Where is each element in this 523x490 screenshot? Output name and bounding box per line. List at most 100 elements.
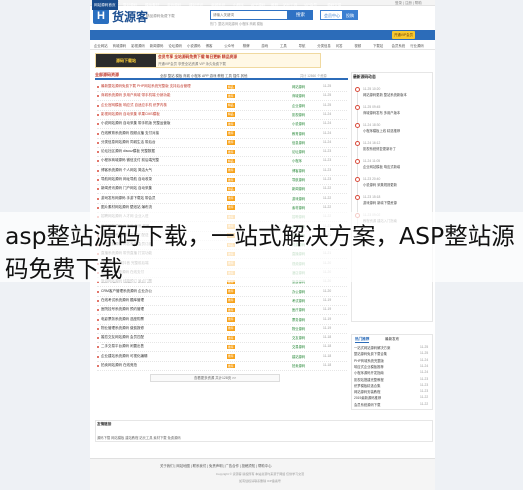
list-item-category[interactable]: 影视源码 (292, 112, 305, 117)
pagination[interactable]: 查看更多资源 共计128页 >> (150, 374, 280, 382)
list-item-category[interactable]: 办公源码 (292, 289, 305, 294)
list-item[interactable]: 小说网站源码 自动采集 带手机版 完整运营版 推荐 小说源码 11-24 (97, 120, 347, 130)
list-item-category[interactable]: 商城源码 (292, 93, 305, 98)
nav-item-app[interactable]: APP源码 (251, 0, 265, 10)
list-item-title[interactable]: 影视网站源码 自动采集 苹果CMS模板 (101, 112, 160, 117)
sidebar-list-text[interactable]: 2019最新源码推荐 (354, 396, 381, 400)
nav-item-home[interactable]: 网站源码首页 (92, 0, 118, 10)
list-item-category[interactable]: 信息源码 (292, 140, 305, 145)
list-item-title[interactable]: 论坛社区源码 discuz模板 完整数据 (101, 149, 155, 154)
list-item[interactable]: 电影票务系统源码 选座购票 推荐 票务源码 11-19 (97, 316, 347, 325)
search-button[interactable]: 搜索 (288, 10, 313, 20)
subnav-item[interactable]: 会员系统 (392, 43, 406, 48)
sidebar-list-item[interactable]: PHP商城系统完整版 11-24 (354, 358, 432, 363)
nav-item-templates[interactable]: 模板素材 (145, 0, 159, 10)
list-item-category[interactable]: 企业源码 (292, 103, 305, 108)
banner-ad-image[interactable]: 源码下载站 (96, 54, 156, 67)
list-item-category[interactable]: 新闻源码 (292, 186, 305, 191)
subnav-item[interactable]: 影视源码 (131, 43, 145, 48)
list-item-title[interactable]: 婚恋交友网站源码 会员匹配 (101, 335, 144, 340)
list-item-title[interactable]: 最新整站源码免费下载 PHP网站系统完整版 支持后台管理 (101, 84, 191, 89)
timeline-text[interactable]: 商城源码发布 多用户版本 (363, 110, 433, 115)
search-input[interactable] (211, 11, 287, 19)
sidebar-list-text[interactable]: 小程序源码开发指南 (354, 371, 384, 375)
subnav-item[interactable]: 博客 (206, 43, 213, 48)
sidebar-list-text[interactable]: 响应式企业模板推荐 (354, 365, 384, 369)
list-item-title[interactable]: 博客系统源码 个人网站 简洁大气 (101, 168, 152, 173)
list-item[interactable]: 拍卖网站源码 在线竞拍 推荐 拍卖源码 11-18 (97, 362, 347, 371)
list-item-title[interactable]: 在线教育系统源码 视频点播 支付对接 (101, 131, 159, 136)
list-item-title[interactable]: 二手交易平台源码 闲置出售 (101, 344, 144, 349)
list-item-title[interactable]: 小说网站源码 自动采集 带手机版 完整运营版 (101, 121, 170, 126)
timeline-text[interactable]: 企业网站模板 响应式新增 (363, 164, 433, 169)
list-item-title[interactable]: 拍卖网站源码 在线竞拍 (101, 363, 137, 368)
list-item[interactable]: 博客系统源码 个人网站 简洁大气 推荐 博客源码 11-23 (97, 167, 347, 176)
list-item[interactable]: 物业管理系统源码 缴费报修 推荐 物业源码 11-19 (97, 325, 347, 334)
list-item[interactable]: CRM客户管理系统源码 企业办公 推荐 办公源码 11-20 (97, 288, 347, 297)
sidebar-list-item[interactable]: 织梦模板精选合集 11-23 (354, 383, 432, 388)
list-item-title[interactable]: 电影票务系统源码 选座购票 (101, 317, 144, 322)
list-filter-tabs[interactable]: 全部 整站 模板 商城 小程序 APP 游戏 教程 工具 插件 其他 (160, 73, 247, 78)
sidebar-list-item[interactable]: 响应式企业模板推荐 11-24 (354, 364, 432, 369)
list-item-title[interactable]: 企业官网模板 响应式 自适应手机 织梦内核 (101, 103, 167, 108)
list-item-title[interactable]: 分类信息网站源码 同城生活 带后台 (101, 140, 155, 145)
list-item-title[interactable]: 小程序商城源码 微信支付 前后端完整 (101, 158, 159, 163)
list-item[interactable]: 医院挂号系统源码 预约管理 推荐 医疗源码 11-19 (97, 306, 347, 316)
hot-keywords[interactable]: 热门: 整站 网站源码 小程序 商城 模板 (210, 21, 263, 26)
subnav-item[interactable]: 棋牌 (243, 43, 250, 48)
nav-item-shop[interactable]: 商城系统 (211, 0, 225, 10)
subnav-item[interactable]: 新闻源码 (150, 43, 164, 48)
list-item[interactable]: 游戏发布网源码 手游下载站 带会员 推荐 游戏源码 11-22 (97, 195, 347, 204)
list-item-title[interactable]: 在线考试系统源码 题库管理 (101, 298, 144, 303)
sidebar-list-text[interactable]: 影视站搭建完整教程 (354, 378, 384, 382)
subnav-item[interactable]: 小说源码 (187, 43, 201, 48)
nav-item-games[interactable]: 游戏源码 (167, 0, 181, 10)
list-item-category[interactable]: 素材源码 (292, 205, 305, 210)
list-item-category[interactable]: 交易源码 (292, 344, 305, 349)
sidebar-list-text[interactable]: PHP商城系统完整版 (354, 359, 384, 363)
nav-item-news[interactable]: 建站资讯 (189, 0, 203, 10)
list-item[interactable]: 婚恋交友网站源码 会员匹配 推荐 交友源码 11-18 (97, 334, 347, 344)
list-item-category[interactable]: 建站源码 (292, 354, 305, 359)
timeline-text[interactable]: 小程序模板上线 精选推荐 (363, 128, 433, 133)
list-item-category[interactable]: 票务源码 (292, 317, 305, 322)
list-item-category[interactable]: 小程序 (292, 158, 302, 163)
nav-item-site[interactable]: 整站源码 (123, 0, 137, 10)
list-item-title[interactable]: 导航网站源码 网址导航 自动收录 (101, 177, 152, 182)
subnav-item[interactable]: 分类信息 (317, 43, 331, 48)
list-item-category[interactable]: 网站源码 (292, 84, 305, 89)
sidebar-list-item[interactable]: 影视站搭建完整教程 11-23 (354, 377, 432, 382)
nav-item-vip[interactable]: VIP会员 (304, 0, 317, 10)
list-item-title[interactable]: 商城系统源码 多用户商城 带手机端 分销功能 (101, 93, 170, 98)
vip-button[interactable]: 开通VIP会员 (392, 31, 416, 39)
list-item[interactable]: 商城系统源码 多用户商城 带手机端 分销功能 推荐 商城源码 11-25 (97, 92, 347, 102)
timeline-text[interactable]: 网站源码更新 整站系统新版本 (363, 92, 433, 97)
sidebar-list-item[interactable]: 网站源码安装教程 11-23 (354, 389, 432, 394)
list-item-category[interactable]: 导航源码 (292, 177, 305, 182)
sidebar-list-text[interactable]: 织梦模板精选合集 (354, 384, 380, 388)
list-item[interactable]: 分类信息网站源码 同城生活 带后台 推荐 信息源码 11-24 (97, 139, 347, 148)
list-item-title[interactable]: 图片素材网站源码 壁纸站 瀑布流 (101, 205, 152, 210)
subnav-item[interactable]: 工具 (280, 43, 287, 48)
subnav-item[interactable]: 游戏 (261, 43, 268, 48)
timeline-text[interactable]: 游戏源码 新增下载资源 (363, 200, 433, 205)
list-item[interactable]: 影视网站源码 自动采集 苹果CMS模板 精品 影视源码 11-24 (97, 111, 347, 120)
subnav-item[interactable]: 企业网站 (94, 43, 108, 48)
sidebar-list-item[interactable]: 小程序源码开发指南 11-24 (354, 370, 432, 375)
sidebar-list-text[interactable]: 网站源码安装教程 (354, 390, 380, 394)
list-item[interactable]: 企业官网模板 响应式 自适应手机 织梦内核 精品 企业源码 11-25 (97, 102, 347, 111)
timeline-text[interactable]: 小说源码 采集规则更新 (363, 182, 433, 187)
sidebar-list-item[interactable]: 整站源码免费下载合集 11-25 (354, 351, 432, 356)
list-item[interactable]: 最新整站源码免费下载 PHP网站系统完整版 支持后台管理 精品 网站源码 11-25 (97, 83, 347, 92)
list-item-category[interactable]: 小说源码 (292, 121, 305, 126)
list-item[interactable]: 论坛社区源码 discuz模板 完整数据 推荐 论坛源码 11-23 (97, 148, 347, 158)
sidebar-list-text[interactable]: 会员系统源码下载 (354, 403, 380, 407)
subnav-item[interactable]: 下载站 (373, 43, 383, 48)
nav-item-tutorial[interactable]: 教程 (271, 0, 278, 10)
list-item[interactable]: 企业建站系统源码 可视化编辑 推荐 建站源码 11-18 (97, 353, 347, 362)
list-item-category[interactable]: 考试源码 (292, 298, 305, 303)
list-item-category[interactable]: 博客源码 (292, 168, 305, 173)
list-item-category[interactable]: 教育源码 (292, 131, 305, 136)
tab-latest[interactable]: 最新发布 (385, 337, 399, 342)
nav-item-trade[interactable]: 源码交易 (327, 0, 341, 10)
